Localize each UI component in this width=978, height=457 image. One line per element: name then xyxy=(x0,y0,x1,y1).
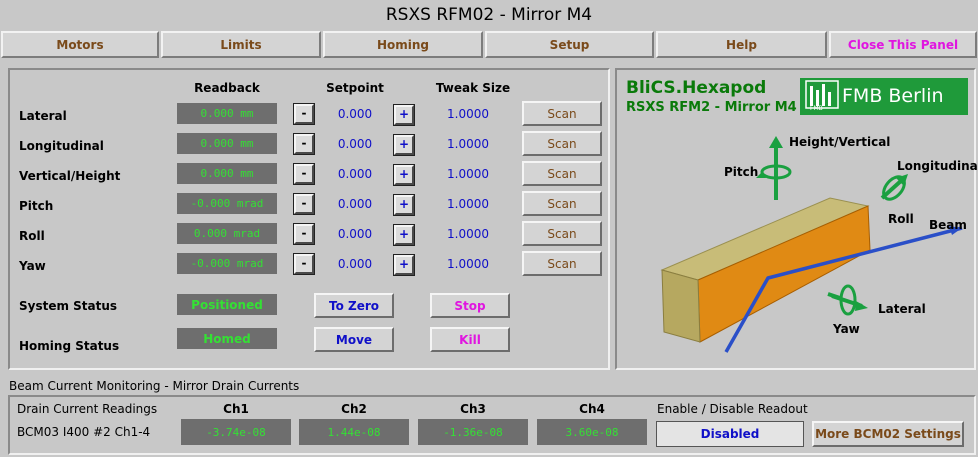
tweak-plus-yaw[interactable]: + xyxy=(393,254,415,276)
tweak-size-yaw[interactable]: 1.0000 xyxy=(433,257,503,271)
axis-label-longitudinal: Longitudinal xyxy=(19,139,104,153)
scan-button-vertical-height[interactable]: Scan xyxy=(522,161,602,186)
scan-button-pitch[interactable]: Scan xyxy=(522,191,602,216)
enable-disable-readout-menu[interactable]: Disabled xyxy=(656,421,804,447)
axis-label-roll: Roll xyxy=(19,229,45,243)
height-vertical-label: Height/Vertical xyxy=(789,135,891,149)
readback-header: Readback xyxy=(194,81,260,95)
hexapod-subtitle: RSXS RFM2 - Mirror M4 xyxy=(626,100,797,115)
menu-homing-button[interactable]: Homing xyxy=(323,31,483,58)
channel-1-value: -3.74e-08 xyxy=(181,419,291,445)
tweak-plus-vertical-height[interactable]: + xyxy=(393,164,415,186)
scan-button-longitudinal[interactable]: Scan xyxy=(522,131,602,156)
lateral-arrow-icon xyxy=(855,301,868,311)
tweak-size-header: Tweak Size xyxy=(435,81,511,95)
to-zero-button[interactable]: To Zero xyxy=(314,293,394,318)
channel-2-header: Ch2 xyxy=(341,402,367,416)
channel-4-value: 3.60e-08 xyxy=(537,419,647,445)
tweak-minus-pitch[interactable]: - xyxy=(293,193,315,215)
tweak-plus-lateral[interactable]: + xyxy=(393,104,415,126)
setpoint-vertical-height[interactable]: 0.000 xyxy=(325,167,385,181)
pitch-label: Pitch xyxy=(724,165,759,179)
readback-vertical-height: 0.000 mm xyxy=(177,163,277,184)
height-arrow-icon xyxy=(769,136,783,148)
system-status-value: Positioned xyxy=(177,294,277,315)
more-bcm02-settings-button[interactable]: More BCM02 Settings xyxy=(812,421,964,447)
homing-status-value: Homed xyxy=(177,328,277,349)
lateral-axis-tail xyxy=(827,292,841,300)
beam-label: Beam xyxy=(929,218,967,232)
setpoint-longitudinal[interactable]: 0.000 xyxy=(325,137,385,151)
hexapod-title: BliCS.Hexapod xyxy=(626,78,767,98)
tweak-size-vertical-height[interactable]: 1.0000 xyxy=(433,167,503,181)
channel-3-header: Ch3 xyxy=(460,402,486,416)
tweak-size-pitch[interactable]: 1.0000 xyxy=(433,197,503,211)
fmb-logo-icon xyxy=(805,80,839,109)
scan-button-lateral[interactable]: Scan xyxy=(522,101,602,126)
readback-longitudinal: 0.000 mm xyxy=(177,133,277,154)
tweak-plus-pitch[interactable]: + xyxy=(393,194,415,216)
fmb-logo-text: FMB Berlin xyxy=(842,85,944,107)
tweak-minus-lateral[interactable]: - xyxy=(293,103,315,125)
close-panel-button[interactable]: Close This Panel xyxy=(829,31,977,58)
menu-setup-button[interactable]: Setup xyxy=(485,31,654,58)
homing-status-label: Homing Status xyxy=(19,339,120,353)
readback-roll: 0.000 mrad xyxy=(177,223,277,244)
tweak-plus-roll[interactable]: + xyxy=(393,224,415,246)
axis-label-vertical-height: Vertical/Height xyxy=(19,169,121,183)
readback-pitch: -0.000 mrad xyxy=(177,193,277,214)
tweak-size-longitudinal[interactable]: 1.0000 xyxy=(433,137,503,151)
tweak-minus-longitudinal[interactable]: - xyxy=(293,133,315,155)
system-status-label: System Status xyxy=(19,299,118,313)
channel-4-header: Ch4 xyxy=(579,402,605,416)
stop-button[interactable]: Stop xyxy=(430,293,510,318)
setpoint-lateral[interactable]: 0.000 xyxy=(325,107,385,121)
tweak-minus-vertical-height[interactable]: - xyxy=(293,163,315,185)
tweak-plus-longitudinal[interactable]: + xyxy=(393,134,415,156)
drain-readings-label: Drain Current Readings xyxy=(17,402,158,416)
fmb-berlin-logo: FMB FMB Berlin xyxy=(800,78,968,115)
tweak-size-roll[interactable]: 1.0000 xyxy=(433,227,503,241)
scan-button-roll[interactable]: Scan xyxy=(522,221,602,246)
setpoint-roll[interactable]: 0.000 xyxy=(325,227,385,241)
yaw-label: Yaw xyxy=(833,322,860,336)
channel-1-header: Ch1 xyxy=(223,402,249,416)
readback-yaw: -0.000 mrad xyxy=(177,253,277,274)
lateral-label: Lateral xyxy=(878,302,926,316)
kill-button[interactable]: Kill xyxy=(430,327,510,352)
mirror-end-face xyxy=(661,269,701,343)
tweak-minus-roll[interactable]: - xyxy=(293,223,315,245)
longitudinal-label: Longitudinal xyxy=(897,159,978,173)
axis-label-yaw: Yaw xyxy=(19,259,46,273)
bcm-device-label: BCM03 I400 #2 Ch1-4 xyxy=(17,425,151,439)
scan-button-yaw[interactable]: Scan xyxy=(522,251,602,276)
menu-motors-button[interactable]: Motors xyxy=(1,31,159,58)
readback-lateral: 0.000 mm xyxy=(177,103,277,124)
beam-current-section-title: Beam Current Monitoring - Mirror Drain C… xyxy=(9,379,300,393)
enable-disable-label: Enable / Disable Readout xyxy=(657,402,808,416)
axis-label-lateral: Lateral xyxy=(19,109,67,123)
fmb-logo-small-text: FMB xyxy=(810,105,823,112)
setpoint-yaw[interactable]: 0.000 xyxy=(325,257,385,271)
axis-label-pitch: Pitch xyxy=(19,199,54,213)
tweak-size-lateral[interactable]: 1.0000 xyxy=(433,107,503,121)
move-button[interactable]: Move xyxy=(314,327,394,352)
tweak-minus-yaw[interactable]: - xyxy=(293,253,315,275)
menu-limits-button[interactable]: Limits xyxy=(161,31,321,58)
roll-label: Roll xyxy=(888,212,914,226)
hexapod-mirror-diagram xyxy=(660,136,963,353)
channel-2-value: 1.44e-08 xyxy=(299,419,409,445)
menu-help-button[interactable]: Help xyxy=(656,31,827,58)
setpoint-pitch[interactable]: 0.000 xyxy=(325,197,385,211)
window-title: RSXS RFM02 - Mirror M4 xyxy=(385,5,593,25)
setpoint-header: Setpoint xyxy=(326,81,384,95)
channel-3-value: -1.36e-08 xyxy=(418,419,528,445)
